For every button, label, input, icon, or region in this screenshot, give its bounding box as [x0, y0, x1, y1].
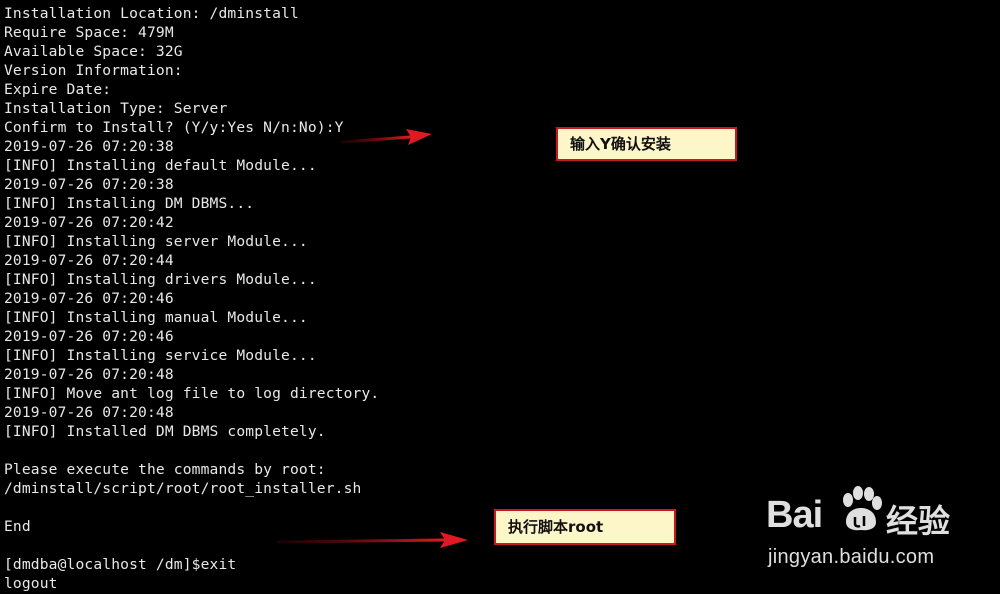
terminal-line: 2019-07-26 07:20:42: [4, 214, 174, 231]
terminal-line: [INFO] Installed DM DBMS completely.: [4, 423, 326, 440]
terminal-line: 2019-07-26 07:20:38: [4, 176, 174, 193]
paw-icon: [843, 486, 882, 531]
terminal-line: [INFO] Installing default Module...: [4, 157, 317, 174]
annotation-arrow: [340, 129, 432, 145]
baidu-jingyan-watermark: Bai 经验 jingyan.baidu.com: [766, 486, 996, 590]
terminal-window[interactable]: Installation Location: /dminstall Requir…: [0, 0, 1000, 594]
terminal-line-root-script: /dminstall/script/root/root_installer.sh: [4, 480, 362, 497]
watermark-brand: Bai: [766, 494, 823, 536]
terminal-line: Installation Location: /dminstall: [4, 5, 299, 22]
terminal-line: 2019-07-26 07:20:46: [4, 328, 174, 345]
terminal-line: Please execute the commands by root:: [4, 461, 326, 478]
terminal-line: [INFO] Installing drivers Module...: [4, 271, 317, 288]
terminal-line: [INFO] Installing service Module...: [4, 347, 317, 364]
terminal-line: Available Space: 32G: [4, 43, 183, 60]
terminal-line: logout: [4, 575, 58, 592]
confirm-install-callout: 输入Y确认安装: [556, 127, 737, 161]
terminal-line: [INFO] Installing DM DBMS...: [4, 195, 255, 212]
watermark-suffix: 经验: [886, 502, 951, 540]
watermark-url: jingyan.baidu.com: [768, 546, 935, 568]
terminal-line-confirm-prompt: Confirm to Install? (Y/y:Yes N/n:No):Y: [4, 119, 344, 136]
terminal-line: [INFO] Installing server Module...: [4, 233, 308, 250]
terminal-line: [INFO] Move ant log file to log director…: [4, 385, 380, 402]
execute-root-script-callout: 执行脚本root: [494, 509, 676, 545]
terminal-line-prompt: [dmdba@localhost /dm]$exit: [4, 556, 237, 573]
terminal-line: 2019-07-26 07:20:44: [4, 252, 174, 269]
terminal-line: 2019-07-26 07:20:38: [4, 138, 174, 155]
terminal-line: 2019-07-26 07:20:46: [4, 290, 174, 307]
terminal-line: End: [4, 518, 31, 535]
terminal-line: Version Information:: [4, 62, 183, 79]
annotation-arrow: [276, 532, 468, 548]
terminal-line: 2019-07-26 07:20:48: [4, 366, 174, 383]
terminal-line: 2019-07-26 07:20:48: [4, 404, 174, 421]
terminal-line: [INFO] Installing manual Module...: [4, 309, 308, 326]
terminal-line: Installation Type: Server: [4, 100, 228, 117]
terminal-line: Require Space: 479M: [4, 24, 174, 41]
terminal-line: Expire Date:: [4, 81, 112, 98]
